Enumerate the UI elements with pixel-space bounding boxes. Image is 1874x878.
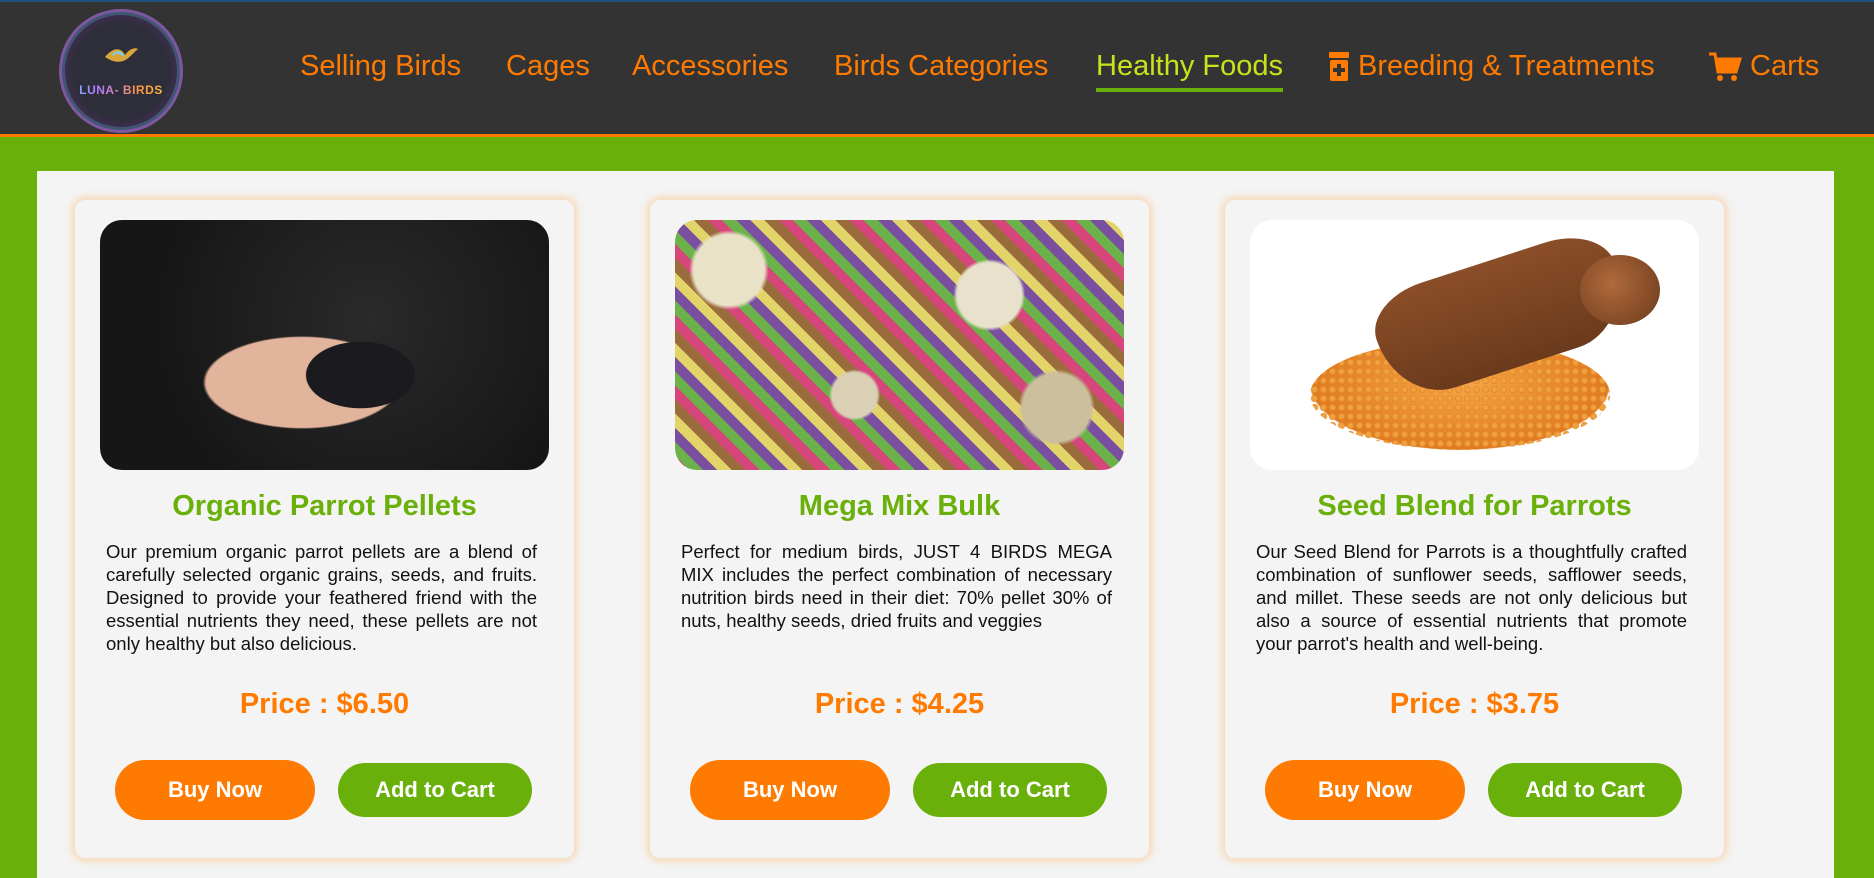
buy-now-button[interactable]: Buy Now <box>1265 760 1465 820</box>
cart-icon <box>1709 52 1742 82</box>
nav-selling-birds[interactable]: Selling Birds <box>300 46 461 86</box>
buy-now-button[interactable]: Buy Now <box>115 760 315 820</box>
logo-text: LUNA- BIRDS <box>59 83 183 97</box>
bird-icon <box>105 48 138 62</box>
product-image-pellets <box>100 220 549 470</box>
product-price: Price : $6.50 <box>239 688 410 720</box>
nav-healthy-foods[interactable]: Healthy Foods <box>1096 46 1283 92</box>
nav-carts-label: Carts <box>1750 50 1820 82</box>
product-price: Price : $4.25 <box>814 688 985 720</box>
scoop-handle-graphic <box>1580 255 1660 325</box>
product-card: Organic Parrot Pellets Our premium organ… <box>75 200 574 858</box>
product-price: Price : $3.75 <box>1389 688 1560 720</box>
nav-accessories[interactable]: Accessories <box>632 46 788 86</box>
product-title: Seed Blend for Parrots <box>1317 490 1632 522</box>
add-to-cart-button[interactable]: Add to Cart <box>913 763 1107 817</box>
nav-cages[interactable]: Cages <box>506 46 590 86</box>
product-card: Seed Blend for Parrots Our Seed Blend fo… <box>1225 200 1724 858</box>
product-card: Mega Mix Bulk Perfect for medium birds, … <box>650 200 1149 858</box>
site-header: LUNA- BIRDS Selling Birds Cages Accessor… <box>0 0 1874 137</box>
product-image-seed-blend <box>1250 220 1699 470</box>
add-to-cart-button[interactable]: Add to Cart <box>1488 763 1682 817</box>
nav-carts[interactable]: Carts <box>1708 46 1819 86</box>
product-description: Our premium organic parrot pellets are a… <box>106 541 537 654</box>
nav-breeding-label: Breeding & Treatments <box>1358 50 1655 82</box>
product-title: Organic Parrot Pellets <box>172 490 477 522</box>
product-description: Our Seed Blend for Parrots is a thoughtf… <box>1256 541 1687 654</box>
buy-now-button[interactable]: Buy Now <box>690 760 890 820</box>
product-image-mega-mix <box>675 220 1124 470</box>
brand-logo[interactable]: LUNA- BIRDS <box>59 9 183 133</box>
product-description: Perfect for medium birds, JUST 4 BIRDS M… <box>681 541 1112 631</box>
nav-birds-categories[interactable]: Birds Categories <box>834 46 1048 86</box>
nav-breeding-treatments[interactable]: Breeding & Treatments <box>1328 46 1655 86</box>
add-to-cart-button[interactable]: Add to Cart <box>338 763 532 817</box>
product-title: Mega Mix Bulk <box>798 490 1001 522</box>
medicine-bottle-icon <box>1329 52 1349 82</box>
